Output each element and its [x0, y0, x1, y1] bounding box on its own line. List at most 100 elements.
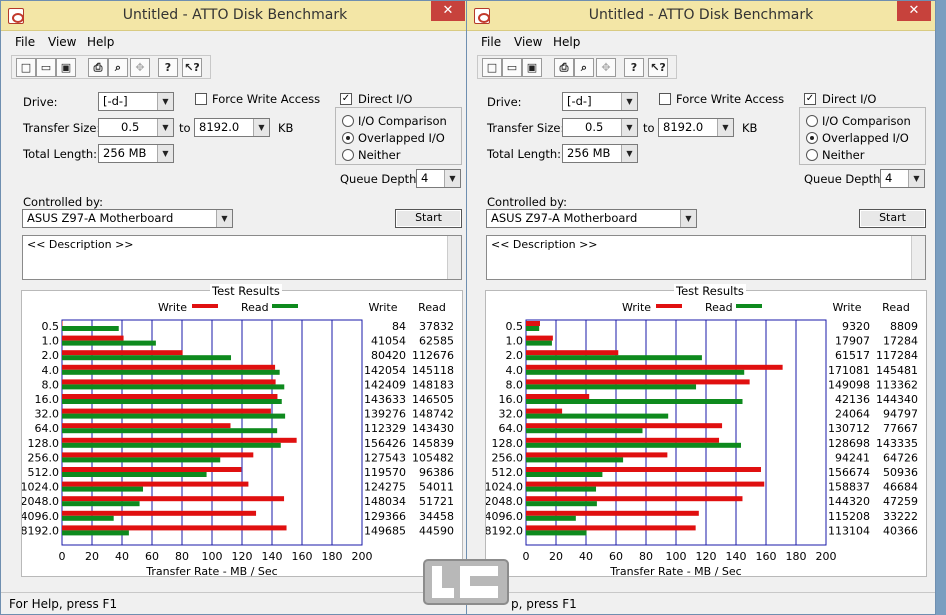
- chevron-down-icon[interactable]: ▼: [908, 170, 924, 187]
- block-size-label: 8192.0: [486, 524, 523, 537]
- queue-depth-value: 4: [421, 171, 429, 185]
- description-text: << Description >>: [491, 238, 598, 251]
- chevron-down-icon[interactable]: ▼: [621, 119, 637, 136]
- new-icon[interactable]: □: [16, 58, 36, 77]
- transfer-size-from-select[interactable]: 0.5 ▼: [562, 118, 638, 137]
- chevron-down-icon[interactable]: ▼: [157, 119, 173, 136]
- close-button[interactable]: ✕: [431, 1, 465, 21]
- read-bar: [526, 413, 669, 419]
- chevron-down-icon[interactable]: ▼: [216, 210, 232, 227]
- transfer-size-from-select[interactable]: 0.5 ▼: [98, 118, 174, 137]
- print-preview-icon[interactable]: ⌕: [108, 58, 128, 77]
- controller-select[interactable]: ASUS Z97-A Motherboard ▼: [486, 209, 697, 228]
- title-bar[interactable]: Untitled - ATTO Disk Benchmark ✕: [467, 1, 935, 31]
- block-size-label: 2.0: [506, 349, 524, 362]
- read-value: 143335: [876, 437, 918, 450]
- move-icon[interactable]: ✥: [130, 58, 150, 77]
- menu-file[interactable]: File: [15, 35, 35, 49]
- transfer-size-to-select[interactable]: 8192.0 ▼: [194, 118, 270, 137]
- io-comparison-radio[interactable]: [806, 115, 818, 127]
- read-bar: [62, 413, 286, 419]
- overlapped-io-radio[interactable]: [342, 132, 354, 144]
- kb-label: KB: [742, 121, 758, 135]
- chevron-down-icon[interactable]: ▼: [621, 145, 637, 162]
- print-icon[interactable]: ⎙: [554, 58, 574, 77]
- new-icon[interactable]: □: [482, 58, 502, 77]
- description-scrollbar[interactable]: [447, 236, 461, 279]
- total-length-select[interactable]: 256 MB ▼: [562, 144, 638, 163]
- write-bar: [526, 452, 668, 458]
- move-icon[interactable]: ✥: [596, 58, 616, 77]
- neither-radio[interactable]: [342, 149, 354, 161]
- transfer-size-label: Transfer Size:: [23, 121, 101, 135]
- drive-select[interactable]: [-d-] ▼: [562, 92, 638, 111]
- read-bar: [526, 501, 597, 507]
- block-size-label: 16.0: [35, 393, 60, 406]
- direct-io-checkbox[interactable]: ✓: [804, 93, 816, 105]
- description-box[interactable]: << Description >>: [22, 235, 462, 280]
- menu-view[interactable]: View: [514, 35, 542, 49]
- chevron-down-icon[interactable]: ▼: [680, 210, 696, 227]
- write-bar: [526, 467, 762, 472]
- read-bar: [62, 326, 119, 331]
- description-scrollbar[interactable]: [911, 236, 925, 279]
- chevron-down-icon[interactable]: ▼: [157, 93, 173, 110]
- direct-io-checkbox[interactable]: ✓: [340, 93, 352, 105]
- neither-radio[interactable]: [806, 149, 818, 161]
- menu-help[interactable]: Help: [87, 35, 114, 49]
- open-icon[interactable]: ▭: [36, 58, 56, 77]
- write-bar: [62, 364, 276, 370]
- block-size-label: 64.0: [499, 422, 524, 435]
- print-preview-icon[interactable]: ⌕: [574, 58, 594, 77]
- write-bar: [62, 467, 242, 472]
- write-bar: [62, 525, 287, 531]
- queue-depth-select[interactable]: 4 ▼: [416, 169, 461, 188]
- chevron-down-icon[interactable]: ▼: [253, 119, 269, 136]
- chevron-down-icon[interactable]: ▼: [444, 170, 460, 187]
- close-button[interactable]: ✕: [897, 1, 931, 21]
- x-axis-label: Transfer Rate - MB / Sec: [609, 565, 741, 578]
- start-button[interactable]: Start: [395, 209, 462, 228]
- save-icon[interactable]: ▣: [56, 58, 76, 77]
- save-icon[interactable]: ▣: [522, 58, 542, 77]
- drive-select[interactable]: [-d-] ▼: [98, 92, 174, 111]
- write-bar: [526, 525, 696, 531]
- write-bar: [62, 481, 249, 487]
- title-bar[interactable]: Untitled - ATTO Disk Benchmark ✕: [1, 1, 469, 31]
- io-comparison-radio[interactable]: [342, 115, 354, 127]
- to-label: to: [179, 121, 191, 135]
- block-size-label: 4.0: [506, 364, 524, 377]
- read-bar: [62, 515, 114, 521]
- force-write-label: Force Write Access: [212, 92, 321, 106]
- menu-bar: File View Help: [467, 32, 935, 52]
- queue-depth-select[interactable]: 4 ▼: [880, 169, 925, 188]
- block-size-label: 4096.0: [486, 510, 523, 523]
- print-icon[interactable]: ⎙: [88, 58, 108, 77]
- description-box[interactable]: << Description >>: [486, 235, 926, 280]
- overlapped-io-radio[interactable]: [806, 132, 818, 144]
- help-icon[interactable]: ?: [158, 58, 178, 77]
- chevron-down-icon[interactable]: ▼: [621, 93, 637, 110]
- write-value: 124275: [364, 481, 406, 494]
- menu-view[interactable]: View: [48, 35, 76, 49]
- help-icon[interactable]: ?: [624, 58, 644, 77]
- start-button[interactable]: Start: [859, 209, 926, 228]
- x-tick-label: 140: [262, 550, 283, 563]
- direct-io-label: Direct I/O: [358, 92, 413, 106]
- controller-select[interactable]: ASUS Z97-A Motherboard ▼: [22, 209, 233, 228]
- force-write-checkbox[interactable]: [195, 93, 207, 105]
- read-value: 77667: [883, 422, 918, 435]
- menu-help[interactable]: Help: [553, 35, 580, 49]
- menu-file[interactable]: File: [481, 35, 501, 49]
- force-write-checkbox[interactable]: [659, 93, 671, 105]
- total-length-select[interactable]: 256 MB ▼: [98, 144, 174, 163]
- transfer-size-to-select[interactable]: 8192.0 ▼: [658, 118, 734, 137]
- legend-write-swatch: [656, 304, 682, 308]
- context-help-icon[interactable]: ↖?: [182, 58, 202, 77]
- legend-write-swatch: [192, 304, 218, 308]
- chevron-down-icon[interactable]: ▼: [157, 145, 173, 162]
- chevron-down-icon[interactable]: ▼: [717, 119, 733, 136]
- context-help-icon[interactable]: ↖?: [648, 58, 668, 77]
- open-icon[interactable]: ▭: [502, 58, 522, 77]
- legend-write-label: Write: [158, 301, 187, 314]
